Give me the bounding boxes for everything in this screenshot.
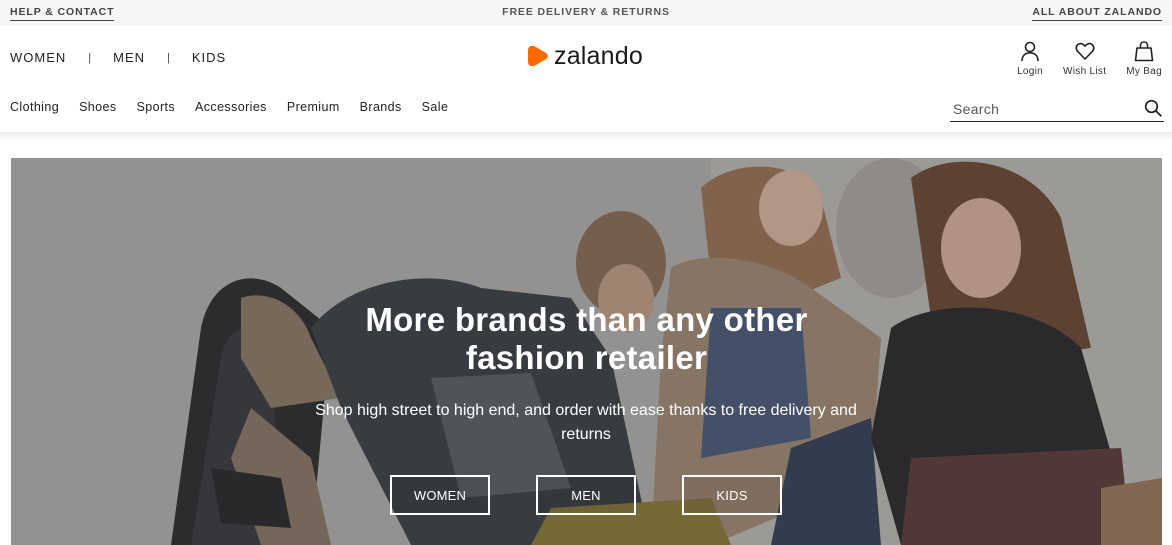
gender-nav-kids[interactable]: KIDS xyxy=(192,50,226,65)
free-delivery-banner: FREE DELIVERY & RETURNS xyxy=(502,6,670,18)
hero-title-line-1: More brands than any other xyxy=(365,301,808,338)
heart-icon xyxy=(1075,42,1095,60)
category-sports[interactable]: Sports xyxy=(137,100,176,114)
wishlist-label: Wish List xyxy=(1063,66,1107,77)
top-utility-bar: HELP & CONTACT FREE DELIVERY & RETURNS A… xyxy=(0,0,1172,26)
category-shoes[interactable]: Shoes xyxy=(79,100,116,114)
bag-label: My Bag xyxy=(1126,66,1162,77)
search-icon[interactable] xyxy=(1144,99,1162,117)
category-premium[interactable]: Premium xyxy=(287,100,340,114)
search-input[interactable] xyxy=(950,98,1140,120)
hero-kids-button[interactable]: KIDS xyxy=(682,475,782,515)
category-sale[interactable]: Sale xyxy=(422,100,449,114)
gender-nav: WOMEN | MEN | KIDS xyxy=(10,50,226,65)
account-nav: Login Wish List My Bag xyxy=(997,40,1162,77)
hero-subtitle: Shop high street to high end, and order … xyxy=(315,402,857,443)
category-brands[interactable]: Brands xyxy=(360,100,402,114)
hero-title-line-2: fashion retailer xyxy=(465,339,708,376)
login-label: Login xyxy=(1017,66,1044,77)
category-accessories[interactable]: Accessories xyxy=(195,100,267,114)
category-clothing[interactable]: Clothing xyxy=(10,100,59,114)
zalando-logo[interactable]: zalando xyxy=(526,42,643,70)
header-divider xyxy=(0,132,1172,140)
user-icon xyxy=(1021,41,1039,62)
hero-cta-group: WOMEN MEN KIDS xyxy=(390,475,828,515)
login-button[interactable]: Login xyxy=(1017,40,1043,77)
wishlist-button[interactable]: Wish List xyxy=(1063,40,1106,77)
logo-wordmark: zalando xyxy=(554,42,643,70)
bag-button[interactable]: My Bag xyxy=(1126,40,1162,77)
gender-nav-women[interactable]: WOMEN xyxy=(10,50,66,65)
hero-banner: More brands than any other fashion retai… xyxy=(11,158,1162,545)
category-nav: Clothing Shoes Sports Accessories Premiu… xyxy=(10,100,468,114)
search-bar xyxy=(950,98,1164,122)
hero-women-button[interactable]: WOMEN xyxy=(390,475,490,515)
shopping-bag-icon xyxy=(1134,41,1154,62)
hero-title: More brands than any other fashion retai… xyxy=(11,301,1162,377)
gender-nav-separator: | xyxy=(167,51,170,64)
zalando-play-icon xyxy=(528,45,548,67)
gender-nav-men[interactable]: MEN xyxy=(113,50,145,65)
hero-men-button[interactable]: MEN xyxy=(536,475,636,515)
about-zalando-link[interactable]: ALL ABOUT ZALANDO xyxy=(1032,6,1162,21)
gender-nav-separator: | xyxy=(88,51,92,64)
